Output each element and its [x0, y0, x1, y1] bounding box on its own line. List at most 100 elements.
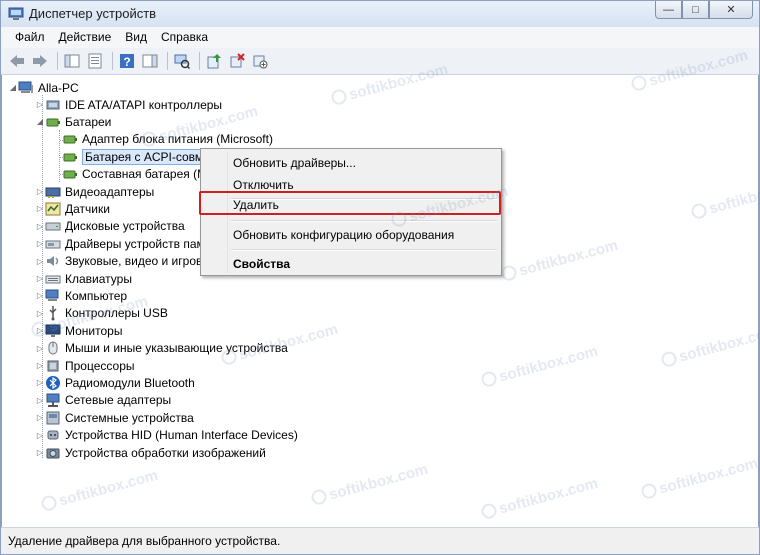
tree-category-item[interactable]: ▷ Устройства HID (Human Interface Devices…: [35, 427, 298, 444]
tree-category-item[interactable]: ▷ Драйверы устройств пам: [35, 235, 205, 252]
disable-button[interactable]: [250, 51, 270, 71]
tree-category-item[interactable]: ▷ Дисковые устройства: [35, 218, 185, 235]
update-driver-button[interactable]: [204, 51, 224, 71]
help-icon: ?: [120, 54, 134, 69]
tree-device-item[interactable]: Батарея с ACPI-совме: [52, 148, 213, 165]
menu-update-drivers[interactable]: Обновить драйверы...: [203, 152, 499, 174]
tree-category-item[interactable]: ▷ Процессоры: [35, 357, 135, 374]
tree-category-item[interactable]: ▷ Компьютер: [35, 287, 127, 304]
menu-action[interactable]: Действие: [52, 27, 119, 48]
menu-help[interactable]: Справка: [154, 27, 215, 48]
expand-arrow-icon[interactable]: ▷: [35, 291, 45, 300]
tree-root-label: Alla-PC: [38, 80, 79, 95]
imaging-device-icon: [45, 445, 61, 461]
collapse-arrow-icon[interactable]: ◢: [8, 83, 18, 92]
tree-item-label: Составная батарея (М: [82, 167, 208, 182]
action-pane-icon: [142, 54, 158, 68]
uninstall-button[interactable]: [227, 51, 247, 71]
ide-controller-icon: [45, 97, 61, 113]
maximize-icon: □: [692, 3, 699, 16]
maximize-button[interactable]: □: [682, 1, 709, 19]
properties-page-icon: [88, 53, 102, 69]
tree-category-item[interactable]: ▷ IDE ATA/ATAPI контроллеры: [35, 96, 222, 113]
expand-arrow-icon[interactable]: ▷: [35, 361, 45, 370]
expand-arrow-icon[interactable]: ▷: [35, 378, 45, 387]
tree-device-item[interactable]: Составная батарея (М: [52, 166, 207, 183]
expand-arrow-icon[interactable]: ▷: [35, 187, 45, 196]
tree-category-item[interactable]: ▷ Сетевые адаптеры: [35, 392, 171, 409]
tree-item-label: Процессоры: [65, 358, 135, 373]
tree-item-label: Дисковые устройства: [65, 219, 185, 234]
expand-arrow-icon[interactable]: ▷: [35, 309, 45, 318]
toolbar-separator: [57, 52, 58, 70]
expand-arrow-icon[interactable]: ▷: [35, 274, 45, 283]
tree-category-item[interactable]: ▷ Звуковые, видео и игрово: [35, 253, 209, 270]
tree-item-label: Устройства обработки изображений: [65, 445, 266, 460]
console-tree-icon: [64, 54, 80, 68]
forward-arrow-icon: [33, 55, 47, 67]
tree-category-item[interactable]: ▷ Устройства обработки изображений: [35, 444, 266, 461]
update-driver-icon: [207, 54, 221, 69]
sensor-icon: [45, 201, 61, 217]
help-button[interactable]: ?: [117, 51, 137, 71]
usb-icon: [45, 305, 61, 321]
title-bar[interactable]: Диспетчер устройств — □ ✕: [1, 1, 759, 27]
system-device-icon: [45, 410, 61, 426]
tree-item-label: Батарея с ACPI-совме: [82, 148, 213, 165]
close-button[interactable]: ✕: [709, 1, 753, 19]
tree-category-item[interactable]: ▷ Видеоадаптеры: [35, 183, 154, 200]
tree-category-item[interactable]: ▷ Датчики: [35, 200, 110, 217]
uninstall-highlight-box: [199, 191, 501, 215]
menu-scan-hardware[interactable]: Обновить конфигурацию оборудования: [203, 224, 499, 246]
expand-arrow-icon[interactable]: ▷: [35, 326, 45, 335]
tree-item-label: Видеоадаптеры: [65, 184, 155, 199]
minimize-icon: —: [663, 3, 674, 16]
tree-item-label: Звуковые, видео и игрово: [65, 254, 209, 269]
back-button[interactable]: [7, 51, 27, 71]
uninstall-icon: [230, 53, 245, 68]
expand-arrow-icon[interactable]: ▷: [35, 413, 45, 422]
tree-item-label: Клавиатуры: [65, 271, 132, 286]
collapse-arrow-icon[interactable]: ◢: [35, 117, 45, 126]
tree-category-item[interactable]: ◢ Батареи: [35, 113, 111, 130]
tree-device-item[interactable]: Адаптер блока питания (Microsoft): [52, 131, 273, 148]
expand-arrow-icon[interactable]: ▷: [35, 204, 45, 213]
show-hide-console-tree-button[interactable]: [62, 51, 82, 71]
tree-item-label: Сетевые адаптеры: [65, 393, 172, 408]
expand-arrow-icon[interactable]: ▷: [35, 448, 45, 457]
device-tree-pane[interactable]: ◢ Alla-PC ▷ IDE ATA/ATAPI контроллеры ◢ Бат…: [1, 75, 759, 527]
properties-toolbar-button[interactable]: [85, 51, 105, 71]
tree-category-item[interactable]: ▷ Мониторы: [35, 322, 123, 339]
scan-hardware-button[interactable]: [172, 51, 192, 71]
tree-category-item[interactable]: ▷ Клавиатуры: [35, 270, 132, 287]
expand-arrow-icon[interactable]: ▷: [35, 431, 45, 440]
context-menu-separator: [231, 220, 497, 222]
menu-properties[interactable]: Свойства: [203, 253, 499, 275]
toolbar: ?: [1, 48, 759, 75]
toolbar-separator: [167, 52, 168, 70]
tree-root[interactable]: ◢ Alla-PC: [8, 79, 79, 96]
tree-item-label: Контроллеры USB: [65, 306, 168, 321]
menu-file[interactable]: Файл: [8, 27, 52, 48]
tree-category-item[interactable]: ▷ Мыши и иные указывающие устройства: [35, 340, 288, 357]
expand-arrow-icon[interactable]: ▷: [35, 257, 45, 266]
tree-category-item[interactable]: ▷ Системные устройства: [35, 409, 194, 426]
tree-category-item[interactable]: ▷ Радиомодули Bluetooth: [35, 374, 195, 391]
minimize-button[interactable]: —: [655, 1, 682, 19]
expand-arrow-icon[interactable]: ▷: [35, 222, 45, 231]
menu-view[interactable]: Вид: [118, 27, 154, 48]
close-icon: ✕: [726, 4, 736, 16]
toolbar-separator: [199, 52, 200, 70]
expand-arrow-icon[interactable]: ▷: [35, 100, 45, 109]
bluetooth-icon: [45, 375, 61, 391]
tree-item-label: IDE ATA/ATAPI контроллеры: [65, 97, 223, 112]
forward-button[interactable]: [30, 51, 50, 71]
tree-item-label: Адаптер блока питания (Microsoft): [82, 132, 273, 147]
expand-arrow-icon[interactable]: ▷: [35, 344, 45, 353]
tree-category-item[interactable]: ▷ Контроллеры USB: [35, 305, 168, 322]
disable-icon: [253, 55, 268, 69]
action-pane-button[interactable]: [140, 51, 160, 71]
expand-arrow-icon[interactable]: ▷: [35, 239, 45, 248]
expand-arrow-icon[interactable]: ▷: [35, 396, 45, 405]
processor-icon: [45, 358, 61, 374]
